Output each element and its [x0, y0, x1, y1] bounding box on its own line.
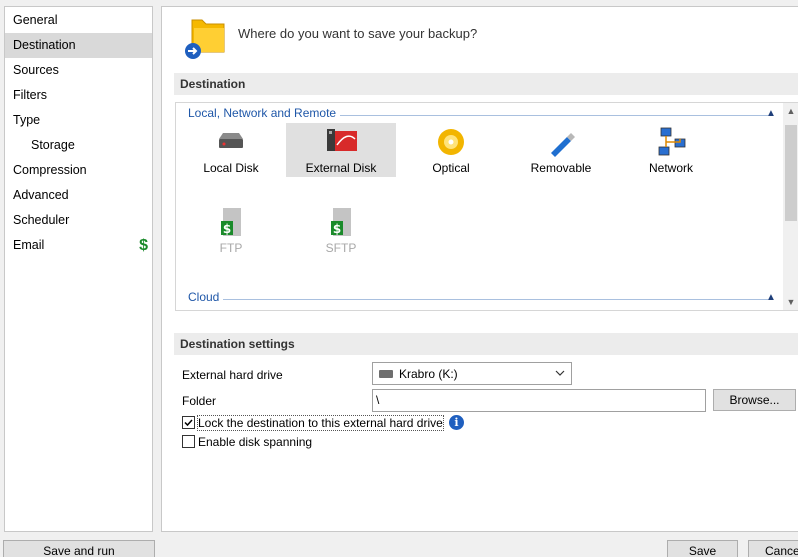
folder-arrow-icon: [185, 19, 225, 59]
tile-network[interactable]: Network: [616, 123, 726, 177]
folder-input[interactable]: \: [372, 389, 706, 412]
tile-sftp[interactable]: $ SFTP: [286, 203, 396, 257]
group-title-local: Local, Network and Remote: [188, 106, 341, 120]
info-icon[interactable]: i: [449, 415, 464, 430]
destination-picker: Local, Network and Remote ▲ Local Disk E…: [175, 102, 798, 311]
drive-icon: [379, 370, 393, 378]
svg-text:$: $: [223, 222, 231, 236]
page-prompt: Where do you want to save your backup?: [238, 26, 478, 41]
cancel-button[interactable]: Cance: [748, 540, 798, 557]
hard-disk-icon: [219, 133, 243, 148]
svg-text:$: $: [333, 222, 341, 236]
collapse-icon[interactable]: ▲: [766, 292, 776, 303]
sidebar-item-destination[interactable]: Destination: [5, 33, 152, 58]
save-and-run-button[interactable]: Save and run: [3, 540, 155, 557]
drive-select[interactable]: Krabro (K:): [372, 362, 572, 385]
sidebar-item-type[interactable]: Type: [5, 108, 152, 133]
scrollbar[interactable]: ▲ ▼: [783, 103, 798, 310]
drive-label: External hard drive: [182, 368, 283, 382]
chevron-down-icon: [555, 370, 565, 376]
disk-spanning-label[interactable]: Enable disk spanning: [198, 435, 312, 449]
sidebar-item-email[interactable]: Email $: [5, 233, 152, 258]
sidebar-item-advanced[interactable]: Advanced: [5, 183, 152, 208]
network-icon: [658, 127, 686, 156]
tile-local-disk[interactable]: Local Disk: [176, 123, 286, 177]
sidebar-item-general[interactable]: General: [5, 8, 152, 33]
disk-spanning-checkbox[interactable]: [182, 435, 195, 448]
optical-disc-icon: [438, 129, 464, 155]
group-title-cloud: Cloud: [188, 290, 224, 304]
settings-section-title: Destination settings: [174, 333, 798, 355]
sidebar-item-label: Email: [13, 238, 45, 252]
collapse-icon[interactable]: ▲: [766, 108, 776, 119]
tile-ftp[interactable]: $ FTP: [176, 203, 286, 257]
sftp-server-icon: $: [331, 208, 351, 236]
tile-optical[interactable]: Optical: [396, 123, 506, 177]
sidebar-item-storage[interactable]: Storage: [5, 133, 152, 158]
save-button[interactable]: Save: [667, 540, 738, 557]
sidebar-nav: General Destination Sources Filters Type…: [4, 6, 153, 532]
main-panel: Where do you want to save your backup? D…: [161, 6, 798, 532]
dollar-icon: $: [139, 237, 148, 254]
group-divider: [188, 299, 768, 300]
tile-external-disk[interactable]: External Disk: [286, 123, 396, 177]
sidebar-item-compression[interactable]: Compression: [5, 158, 152, 183]
sidebar-item-scheduler[interactable]: Scheduler: [5, 208, 152, 233]
lock-destination-label[interactable]: Lock the destination to this external ha…: [197, 415, 444, 431]
browse-button[interactable]: Browse...: [713, 389, 796, 411]
folder-label: Folder: [182, 394, 217, 408]
usb-drive-icon: [551, 133, 575, 157]
lock-destination-checkbox[interactable]: [182, 416, 195, 429]
scroll-down-icon[interactable]: ▼: [783, 294, 798, 310]
ftp-server-icon: $: [221, 208, 241, 236]
checkmark-icon: [184, 419, 193, 427]
sidebar-item-filters[interactable]: Filters: [5, 83, 152, 108]
scroll-up-icon[interactable]: ▲: [783, 103, 798, 119]
sidebar-item-sources[interactable]: Sources: [5, 58, 152, 83]
destination-section-title: Destination: [174, 73, 798, 95]
tile-removable[interactable]: Removable: [506, 123, 616, 177]
external-disk-icon: [327, 129, 357, 151]
scroll-thumb[interactable]: [785, 125, 797, 221]
